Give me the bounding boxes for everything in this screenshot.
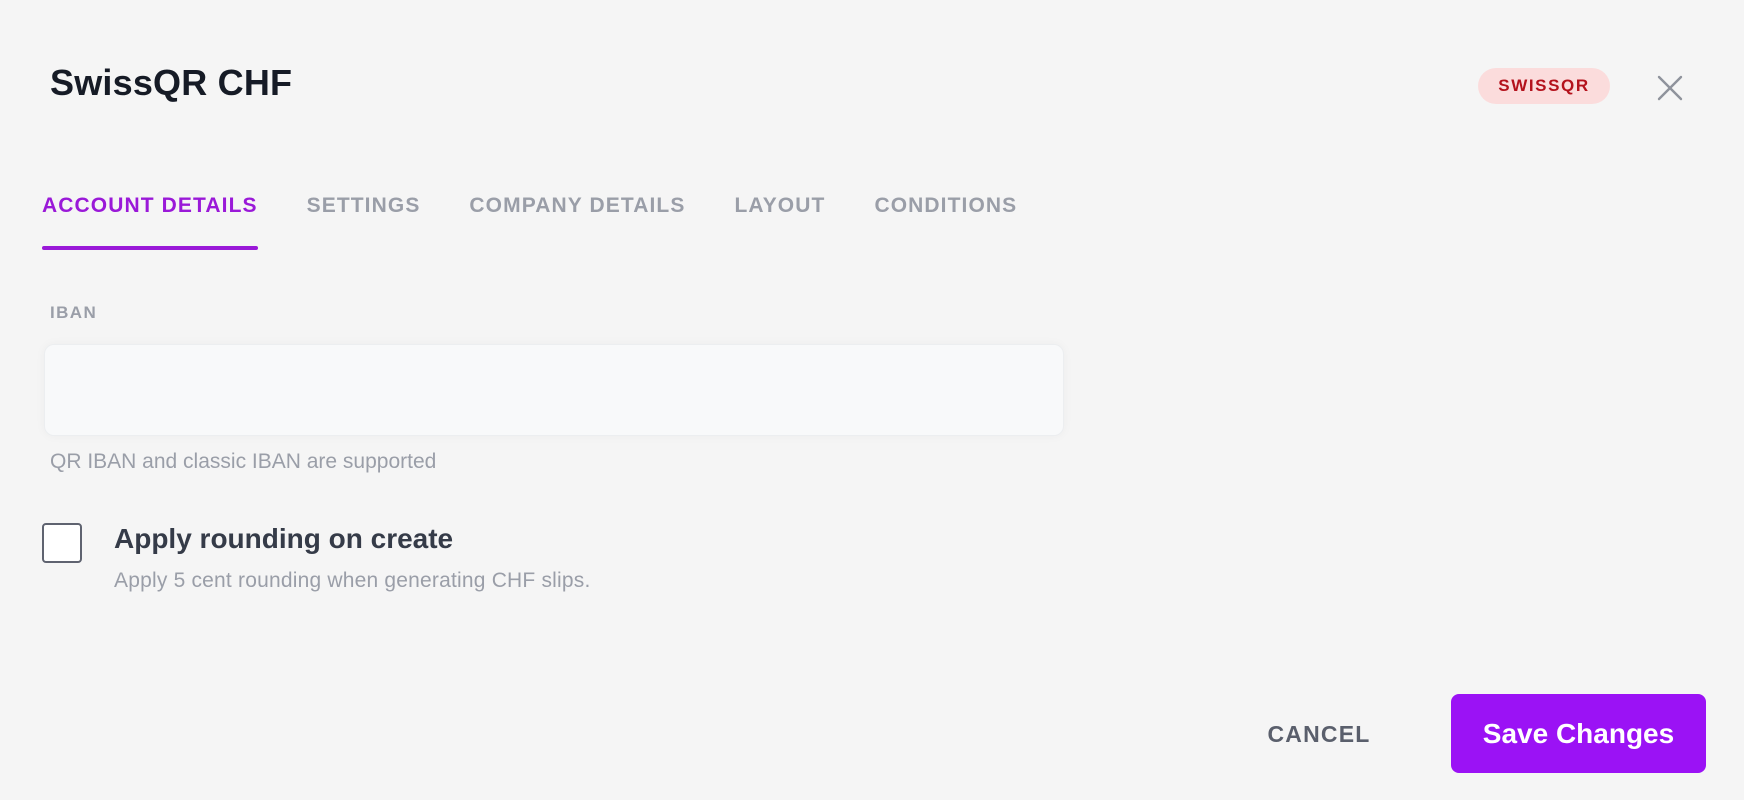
rounding-title: Apply rounding on create [114,523,454,554]
tab-conditions[interactable]: CONDITIONS [874,190,1017,250]
iban-input[interactable] [44,344,1064,436]
modal-title: SwissQR CHF [50,62,293,103]
tab-company-details[interactable]: COMPANY DETAILS [469,190,685,250]
cancel-button[interactable]: CANCEL [1248,712,1390,756]
iban-label: IBAN [50,303,98,322]
close-button[interactable] [1652,70,1688,106]
modal-dialog: SwissQR CHF SWISSQR ACCOUNT DETAILS SETT… [0,0,1744,800]
type-badge: SWISSQR [1478,68,1610,104]
tab-bar: ACCOUNT DETAILS SETTINGS COMPANY DETAILS… [42,190,1066,250]
rounding-checkbox[interactable] [42,523,82,563]
tab-layout[interactable]: LAYOUT [734,190,825,250]
save-changes-button[interactable]: Save Changes [1451,694,1706,773]
close-icon [1657,75,1683,101]
rounding-description: Apply 5 cent rounding when generating CH… [114,569,591,592]
tab-account-details[interactable]: ACCOUNT DETAILS [42,190,258,250]
tab-settings[interactable]: SETTINGS [307,190,421,250]
iban-hint: QR IBAN and classic IBAN are supported [50,450,437,473]
